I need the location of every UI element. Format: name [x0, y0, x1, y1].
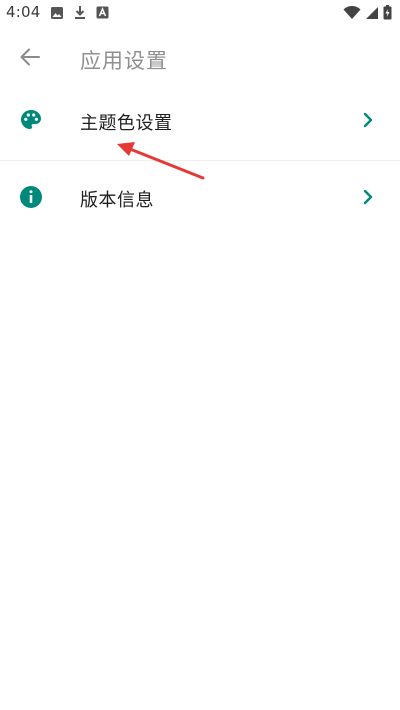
- image-icon: [50, 6, 64, 20]
- info-icon: [19, 185, 43, 209]
- settings-item-label: 主题色设置: [80, 113, 173, 134]
- settings-list: 主题色设置 版本信息: [0, 84, 400, 237]
- battery-icon: [383, 5, 392, 20]
- palette-icon: [19, 108, 43, 132]
- signal-icon: [365, 6, 379, 20]
- arrow-left-icon: [20, 48, 40, 70]
- app-a-icon: [96, 6, 109, 19]
- status-system-icons: [343, 5, 392, 20]
- page-title: 应用设置: [80, 49, 168, 73]
- back-button[interactable]: [12, 44, 48, 74]
- wifi-icon: [343, 5, 361, 20]
- app-bar: 应用设置: [0, 28, 400, 90]
- settings-item-theme-color[interactable]: 主题色设置: [0, 84, 400, 161]
- app-screen: 4:04 应用设置 主题色设置 版本信息: [0, 0, 400, 710]
- chevron-right-icon: [362, 111, 374, 129]
- chevron-right-icon: [362, 188, 374, 206]
- download-icon: [73, 5, 87, 20]
- status-notification-icons: [50, 5, 109, 20]
- settings-item-label: 版本信息: [80, 190, 154, 211]
- status-bar: 4:04: [0, 0, 400, 28]
- settings-item-version-info[interactable]: 版本信息: [0, 161, 400, 237]
- status-time: 4:04: [6, 3, 41, 21]
